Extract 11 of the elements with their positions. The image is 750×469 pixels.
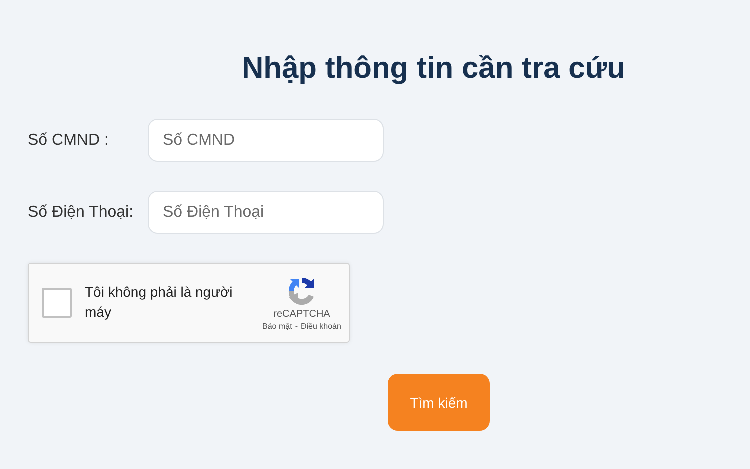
input-field[interactable]: Số CMND — [148, 119, 384, 162]
privacy-link[interactable]: Bảo mật — [262, 322, 292, 331]
input-field[interactable]: Số Điện Thoại — [148, 191, 384, 234]
captcha-label: Tôi không phải là người máy — [85, 283, 234, 322]
recaptcha-brand: reCAPTCHA — [274, 309, 330, 320]
field-label: Số CMND : — [28, 132, 110, 150]
page-title: Nhập thông tin cần tra cứu — [242, 52, 626, 86]
field-label: Số Điện Thoại: — [28, 204, 135, 222]
captcha-checkbox[interactable] — [42, 288, 72, 318]
link-separator: - — [295, 322, 298, 331]
terms-link[interactable]: Điều khoản — [300, 322, 342, 331]
